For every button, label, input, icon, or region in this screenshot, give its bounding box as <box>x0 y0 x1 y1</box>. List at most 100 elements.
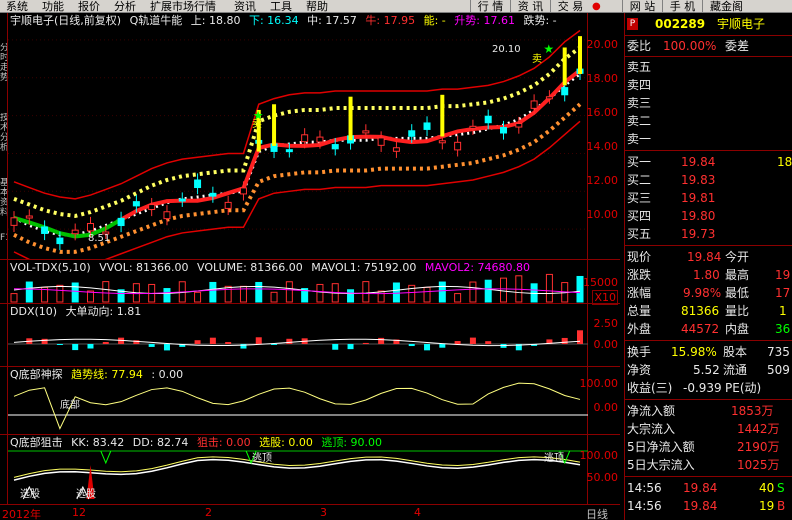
candle-body <box>117 217 125 227</box>
stat-value: 5.52 <box>693 363 720 377</box>
stat-row: 涨跌 1.80 最高 19 <box>625 266 792 284</box>
menu-item-function[interactable]: 功能 <box>42 0 64 13</box>
menu-item-tools[interactable]: 工具 <box>270 0 292 13</box>
ddx-indicator-name[interactable]: DDX(10) <box>10 305 57 318</box>
ddx-tick: 2.50 <box>593 317 619 330</box>
sell-level-label: 卖五 <box>627 60 652 74</box>
stat-value: 36 <box>775 322 791 336</box>
toolbar-tab-website[interactable]: 网 站 <box>622 0 662 13</box>
rising-trend-value: 升势: 17.61 <box>454 14 515 27</box>
menu-item-analysis[interactable]: 分析 <box>114 0 136 13</box>
toolbar-tab-mobile[interactable]: 手 机 <box>662 0 702 13</box>
bottom-pane-header: Q底部神探 趋势线: 77.94 : 0.00 <box>10 368 188 381</box>
ddx-bar <box>225 342 232 344</box>
volume-bar <box>316 283 324 303</box>
volume-bar <box>362 281 370 303</box>
indicator-name[interactable]: Q轨道牛能 <box>130 14 183 27</box>
price-chart[interactable]: ★★ <box>0 13 620 259</box>
buy-row: 买三 19.81 <box>625 189 792 207</box>
mavol2-value: MAVOL2: 74680.80 <box>424 261 531 274</box>
stat-label: 股本 <box>723 345 748 359</box>
bottom-detective-pane[interactable]: Q底部神探 趋势线: 77.94 : 0.00 底部 100.00 0.00 <box>0 366 620 434</box>
chart-area[interactable]: 分时走势 技术分析 基本资料 F10 ★★ 宇顺电子(日线,前复权) Q轨道牛能… <box>0 13 620 520</box>
price-tick: 12.00 <box>586 174 619 187</box>
stat-row: 总量 81366 量比 1 <box>625 302 792 320</box>
menu-item-news[interactable]: 资讯 <box>234 0 256 13</box>
stat-label: 流通 <box>723 363 748 377</box>
volume-bar <box>484 279 492 303</box>
tick-time: 14:56 <box>627 481 662 495</box>
volume-pane[interactable]: VOL-TDX(5,10) VVOL: 81366.00 VOLUME: 813… <box>0 259 620 305</box>
candle-body <box>148 204 156 210</box>
volume-bar <box>224 285 232 303</box>
buy-price: 19.80 <box>681 209 716 223</box>
toolbar-tab-trade[interactable]: 交 易 <box>550 0 590 13</box>
toolbar-tab-cangjinge[interactable]: 藏金阁 <box>702 0 750 13</box>
volume-bar <box>209 281 217 303</box>
sniper-pane[interactable]: Q底部狙击 KK: 83.42 DD: 82.74 狙击: 0.00 选股: 0… <box>0 434 620 504</box>
volume-bar <box>56 284 64 303</box>
bottom-indicator-name[interactable]: Q底部神探 <box>10 368 63 381</box>
period-label[interactable]: 日线 <box>586 506 608 520</box>
buy-row: 买一 19.84 18 <box>625 153 792 171</box>
buy-row: 买五 19.73 <box>625 225 792 243</box>
tick-row: 14:56 19.84 19 B <box>625 497 792 515</box>
candle-body <box>561 87 569 96</box>
tick-flag: B <box>777 499 786 513</box>
neng-bar <box>562 47 567 86</box>
sniper-tick: 100.00 <box>579 449 619 462</box>
ddx-bar <box>41 338 48 344</box>
menu-item-extended-market[interactable]: 扩展市场行情 <box>150 0 216 13</box>
stat-label: 涨幅 <box>627 286 652 300</box>
mavol1-value: MAVOL1: 75192.00 <box>311 261 417 274</box>
menu-item-system[interactable]: 系统 <box>6 0 28 13</box>
kk-value: KK: 83.42 <box>71 436 125 449</box>
trend-line <box>13 382 581 430</box>
ddx-pane[interactable]: DDX(10) 大单动向: 1.81 2.50 0.00 <box>0 303 620 366</box>
volume-bar <box>454 293 462 303</box>
escape-top-value: 逃顶: 90.00 <box>321 436 383 449</box>
ddx-bar <box>439 344 446 348</box>
volume-bar <box>347 289 355 303</box>
candle-body <box>132 201 140 207</box>
tick-volume: 40 <box>759 481 775 495</box>
sniper-pane-header: Q底部狙击 KK: 83.42 DD: 82.74 狙击: 0.00 选股: 0… <box>10 436 387 449</box>
stat-value: -0.939 <box>683 381 722 395</box>
niu-value: 牛: 17.95 <box>365 14 416 27</box>
escape-signal-label: 逃顶 <box>544 453 564 464</box>
price-pane[interactable]: ★ ★ 宇顺电子(日线,前复权) Q轨道牛能 上: 18.80 下: 16.34 … <box>0 13 620 259</box>
flow-label: 净流入额 <box>627 404 676 418</box>
chart-title: 宇顺电子(日线,前复权) <box>10 14 122 27</box>
flow-label: 5日大宗流入 <box>627 458 695 472</box>
ddx-line <box>13 338 581 347</box>
flow-value: 2190万 <box>737 440 780 454</box>
month-label: 3 <box>320 506 327 519</box>
ddx-bar <box>332 344 339 350</box>
sniper-indicator-name[interactable]: Q底部狙击 <box>10 436 63 449</box>
candle-body <box>209 192 217 197</box>
toolbar-tab-news[interactable]: 资 讯 <box>510 0 550 13</box>
candle-body <box>239 187 247 195</box>
price-tick: 20.00 <box>586 38 619 51</box>
volume-bar <box>255 281 263 303</box>
volume-bar <box>25 281 33 303</box>
ddx-bar <box>163 344 170 351</box>
ddx-axis: 2.50 0.00 <box>588 304 619 367</box>
candle-body <box>316 136 324 143</box>
buy-level-label: 买一 <box>627 155 652 169</box>
volume-indicator-name[interactable]: VOL-TDX(5,10) <box>10 261 91 274</box>
candle-body <box>469 125 477 129</box>
candle-body <box>194 179 202 189</box>
buy-price: 19.73 <box>681 227 716 241</box>
menu-item-quote[interactable]: 报价 <box>78 0 100 13</box>
menu-item-help[interactable]: 帮助 <box>306 0 328 13</box>
toolbar-tab-market[interactable]: 行 情 <box>470 0 510 13</box>
month-label: 2 <box>205 506 212 519</box>
candle-body <box>392 147 400 152</box>
falling-trend-value: 跌势: - <box>523 14 557 27</box>
candle-body <box>500 127 508 134</box>
ddx-bar <box>362 342 369 344</box>
volume-bar <box>469 281 477 303</box>
tick-volume: 19 <box>759 499 775 513</box>
ddx-bar <box>485 341 492 344</box>
